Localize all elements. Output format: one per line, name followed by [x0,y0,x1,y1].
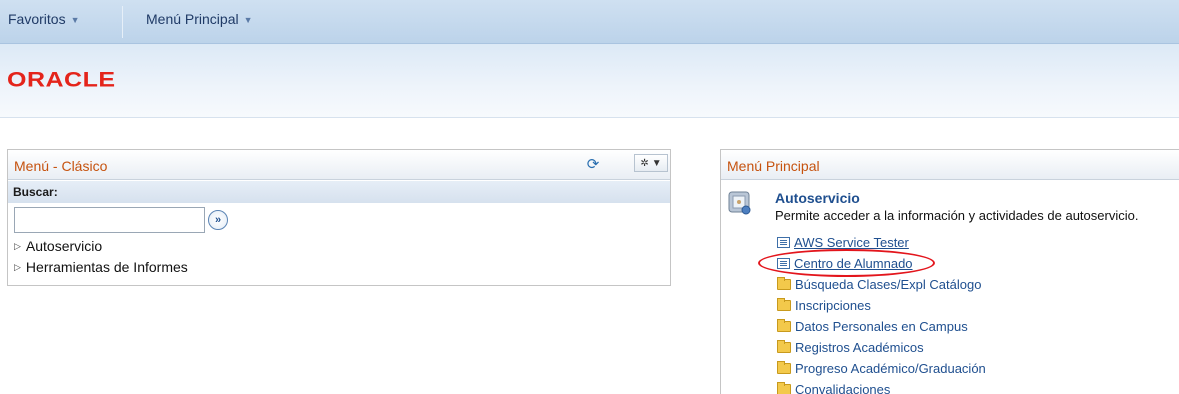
highlight-oval [758,249,935,277]
gear-icon: ✲ [640,157,649,169]
link-inscripciones[interactable]: Inscripciones [777,296,871,314]
tree-item-autoservicio[interactable]: ▷ Autoservicio [14,238,102,254]
chevron-down-icon: ▼ [70,15,80,25]
folder-icon [777,276,791,290]
favoritos-label: Favoritos [8,11,66,27]
search-label: Buscar: [13,185,58,199]
menu-clasico-pagelet: Menú - Clásico ⟳ ✲ ▼ Buscar: » ▷ Autoser… [7,149,671,286]
link-datos-personales[interactable]: Datos Personales en Campus [777,317,968,335]
search-bar: Buscar: [8,181,670,203]
tree-item-label: Autoservicio [25,238,103,254]
pagelet-header: Menú Principal [721,150,1179,180]
settings-button[interactable]: ✲ ▼ [634,154,668,172]
folder-icon [777,339,791,353]
folder-icon [777,297,791,311]
tree-item-label: Herramientas de Informes [25,259,188,275]
folder-icon [777,360,791,374]
favoritos-menu[interactable]: Favoritos ▼ [8,0,80,44]
chevron-down-icon: ▼ [651,157,662,169]
link-registros-academicos[interactable]: Registros Académicos [777,338,924,356]
banner: ORACLE [0,44,1179,118]
document-icon [777,236,790,248]
folder-icon [777,381,791,394]
pagelet-title: Menú Principal [727,158,820,174]
menu-principal-menu[interactable]: Menú Principal ▼ [146,0,253,44]
self-service-folder-icon[interactable] [727,188,753,216]
pagelet-title: Menú - Clásico [14,158,108,174]
oracle-logo: ORACLE [7,68,116,92]
menu-principal-pagelet: Menú Principal Autoservicio Permite acce… [720,149,1179,394]
go-icon: » [214,214,222,226]
top-nav: Favoritos ▼ Menú Principal ▼ [0,0,1179,44]
pagelet-header: Menú - Clásico ⟳ ✲ ▼ [8,150,670,180]
nav-divider [122,6,123,38]
search-input[interactable] [14,207,205,233]
expand-triangle-icon[interactable]: ▷ [14,262,21,273]
link-progreso-academico[interactable]: Progreso Académico/Graduación [777,359,986,377]
refresh-icon[interactable]: ⟳ [586,157,600,173]
expand-triangle-icon[interactable]: ▷ [14,241,21,252]
tree-item-herramientas[interactable]: ▷ Herramientas de Informes [14,259,188,275]
link-busqueda-clases[interactable]: Búsqueda Clases/Expl Catálogo [777,275,981,293]
section-description: Permite acceder a la información y activ… [775,208,1139,223]
folder-icon [777,318,791,332]
chevron-down-icon: ▼ [243,15,253,25]
section-title[interactable]: Autoservicio [775,190,860,206]
search-go-button[interactable]: » [208,210,228,230]
menu-principal-label: Menú Principal [146,11,239,27]
link-convalidaciones[interactable]: Convalidaciones [777,380,890,394]
